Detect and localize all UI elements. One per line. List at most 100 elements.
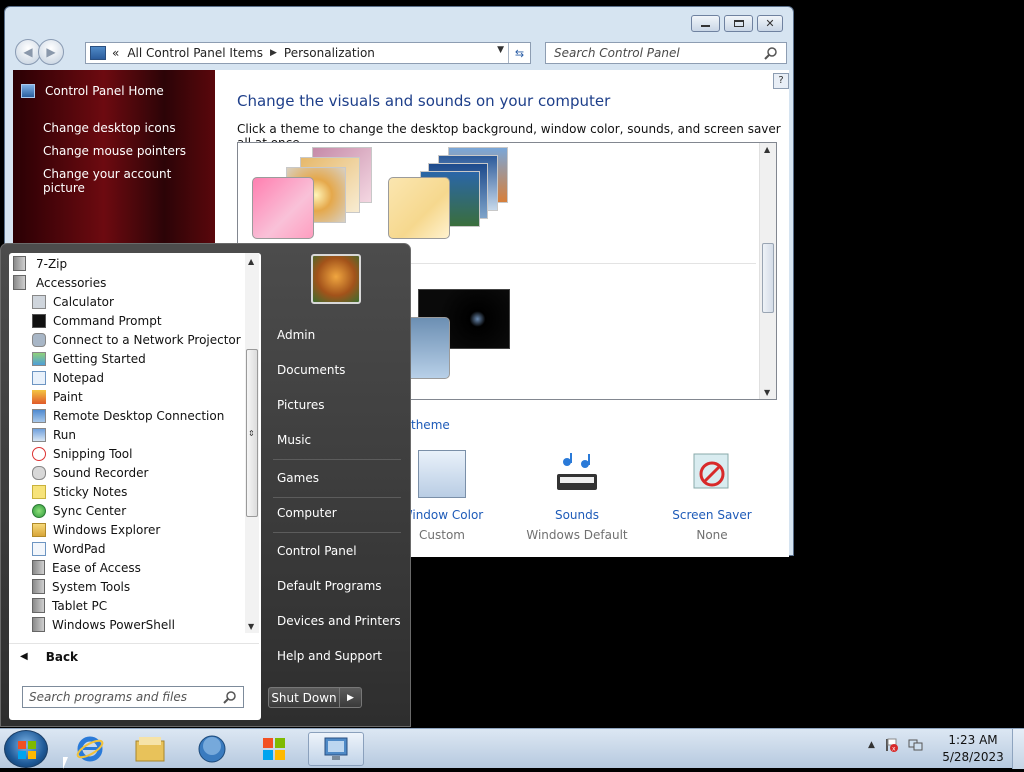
sounds-setting[interactable]: Sounds Windows Default bbox=[522, 450, 632, 542]
show-desktop-button[interactable] bbox=[1012, 729, 1024, 769]
program-paint[interactable]: Paint bbox=[32, 387, 83, 406]
shutdown-options-button[interactable]: ▶ bbox=[340, 687, 362, 708]
program-label: WordPad bbox=[53, 541, 106, 556]
back-button[interactable]: ◀ Back bbox=[9, 643, 259, 669]
calculator-icon bbox=[32, 294, 46, 309]
shutdown-button[interactable]: Shut Down bbox=[268, 687, 340, 708]
scroll-down-icon[interactable]: ▼ bbox=[764, 388, 770, 397]
windows-flag-icon bbox=[263, 738, 285, 760]
svg-text:x: x bbox=[892, 746, 896, 753]
taskbar-control-panel[interactable] bbox=[308, 732, 364, 766]
windows-logo-icon bbox=[18, 741, 36, 759]
program-label: Snipping Tool bbox=[53, 446, 133, 461]
program-label: Connect to a Network Projector bbox=[53, 332, 241, 347]
program-sound-recorder[interactable]: Sound Recorder bbox=[32, 463, 148, 482]
program-folder-7zip[interactable]: 7-Zip bbox=[13, 254, 67, 273]
programs-scrollbar[interactable]: ▲ ⇕ ▼ bbox=[245, 253, 259, 633]
start-item-music[interactable]: Music bbox=[277, 433, 311, 447]
scroll-down-icon[interactable]: ▼ bbox=[248, 622, 254, 631]
network-icon[interactable] bbox=[907, 737, 923, 753]
program-windows-explorer[interactable]: Windows Explorer bbox=[32, 520, 160, 539]
program-folder-accessories[interactable]: Accessories bbox=[13, 273, 106, 292]
breadcrumb-personalization[interactable]: Personalization bbox=[284, 46, 375, 60]
action-center-flag-icon[interactable]: x bbox=[883, 737, 899, 753]
user-avatar[interactable] bbox=[311, 254, 361, 304]
search-placeholder: Search Control Panel bbox=[554, 46, 680, 60]
start-item-games[interactable]: Games bbox=[277, 471, 319, 485]
arrow-right-icon: ▶ bbox=[46, 45, 56, 59]
start-item-control-panel[interactable]: Control Panel bbox=[277, 544, 357, 558]
clock-time: 1:23 AM bbox=[948, 733, 998, 747]
taskbar-internet-explorer[interactable] bbox=[62, 732, 118, 766]
folder-icon bbox=[32, 579, 45, 594]
start-item-default-programs[interactable]: Default Programs bbox=[277, 579, 382, 593]
search-programs-input[interactable]: Search programs and files bbox=[22, 686, 244, 708]
taskbar-windows-explorer[interactable] bbox=[122, 732, 178, 766]
breadcrumb-separator-icon[interactable]: ▶ bbox=[270, 48, 277, 58]
address-bar[interactable]: « All Control Panel Items ▶ Personalizat… bbox=[85, 42, 531, 64]
sidebar-home-link[interactable]: Control Panel Home bbox=[21, 84, 164, 98]
start-item-computer[interactable]: Computer bbox=[277, 506, 337, 520]
program-getting-started[interactable]: Getting Started bbox=[32, 349, 146, 368]
screen-saver-icon bbox=[688, 450, 736, 498]
program-folder-system-tools[interactable]: System Tools bbox=[32, 577, 130, 596]
program-network-projector[interactable]: Connect to a Network Projector bbox=[32, 330, 241, 349]
folder-icon bbox=[32, 598, 45, 613]
back-arrow-icon: ◀ bbox=[20, 651, 28, 662]
close-button[interactable]: ✕ bbox=[757, 15, 783, 32]
start-item-pictures[interactable]: Pictures bbox=[277, 398, 325, 412]
start-item-devices-printers[interactable]: Devices and Printers bbox=[277, 614, 401, 628]
breadcrumb-all-items[interactable]: All Control Panel Items bbox=[127, 46, 263, 60]
program-calculator[interactable]: Calculator bbox=[32, 292, 114, 311]
internet-explorer-icon bbox=[76, 736, 104, 762]
minimize-button[interactable] bbox=[691, 15, 720, 32]
taskbar-windows-flag[interactable] bbox=[246, 732, 302, 766]
program-wordpad[interactable]: WordPad bbox=[32, 539, 106, 558]
sidebar-link-mouse-pointers[interactable]: Change mouse pointers bbox=[43, 144, 186, 158]
program-sticky-notes[interactable]: Sticky Notes bbox=[32, 482, 127, 501]
start-item-admin[interactable]: Admin bbox=[277, 328, 315, 342]
forward-button[interactable]: ▶ bbox=[38, 39, 64, 65]
scrollbar-thumb[interactable] bbox=[762, 243, 774, 313]
refresh-button[interactable]: ⇆ bbox=[508, 43, 530, 63]
screen-saver-label: Screen Saver bbox=[672, 508, 752, 522]
maximize-button[interactable] bbox=[724, 15, 753, 32]
program-label: Ease of Access bbox=[52, 560, 141, 575]
get-more-themes-link[interactable]: theme bbox=[411, 418, 450, 432]
taskbar-clock[interactable]: 1:23 AM 5/28/2023 bbox=[938, 732, 1008, 766]
start-item-documents[interactable]: Documents bbox=[277, 363, 345, 377]
address-dropdown-icon[interactable]: ▼ bbox=[497, 45, 504, 55]
help-button[interactable]: ? bbox=[773, 73, 789, 89]
program-sync-center[interactable]: Sync Center bbox=[32, 501, 126, 520]
program-remote-desktop[interactable]: Remote Desktop Connection bbox=[32, 406, 224, 425]
sidebar-link-desktop-icons[interactable]: Change desktop icons bbox=[43, 121, 176, 135]
taskbar-media-player[interactable] bbox=[184, 732, 240, 766]
program-command-prompt[interactable]: Command Prompt bbox=[32, 311, 162, 330]
program-notepad[interactable]: Notepad bbox=[32, 368, 104, 387]
program-snipping-tool[interactable]: Snipping Tool bbox=[32, 444, 132, 463]
back-label: Back bbox=[45, 649, 79, 664]
scroll-up-icon[interactable]: ▲ bbox=[248, 257, 254, 266]
start-separator bbox=[273, 497, 401, 498]
theme-item-landscapes[interactable] bbox=[388, 145, 518, 241]
sounds-icon bbox=[553, 450, 601, 498]
media-player-icon bbox=[198, 735, 226, 763]
scroll-up-icon[interactable]: ▲ bbox=[764, 145, 770, 154]
start-item-help-support[interactable]: Help and Support bbox=[277, 649, 382, 663]
show-hidden-icons[interactable]: ▲ bbox=[868, 740, 875, 750]
navigation-buttons: ◀ ▶ bbox=[15, 39, 64, 65]
program-folder-ease-of-access[interactable]: Ease of Access bbox=[32, 558, 141, 577]
program-label: System Tools bbox=[52, 579, 131, 594]
programs-panel: 7-Zip Accessories Calculator Command Pro… bbox=[9, 253, 261, 720]
theme-item-characters[interactable] bbox=[252, 145, 372, 241]
start-button[interactable] bbox=[4, 730, 48, 768]
chevron-right-icon: ▶ bbox=[347, 692, 354, 703]
program-folder-powershell[interactable]: Windows PowerShell bbox=[32, 615, 175, 634]
program-label: Command Prompt bbox=[53, 313, 162, 328]
themes-scrollbar[interactable]: ▲ ▼ bbox=[759, 143, 776, 399]
search-control-panel-input[interactable]: Search Control Panel bbox=[545, 42, 787, 64]
program-folder-tablet-pc[interactable]: Tablet PC bbox=[32, 596, 107, 615]
sidebar-link-account-picture[interactable]: Change your account picture bbox=[43, 167, 215, 195]
program-run[interactable]: Run bbox=[32, 425, 76, 444]
screen-saver-setting[interactable]: Screen Saver None bbox=[657, 450, 767, 542]
